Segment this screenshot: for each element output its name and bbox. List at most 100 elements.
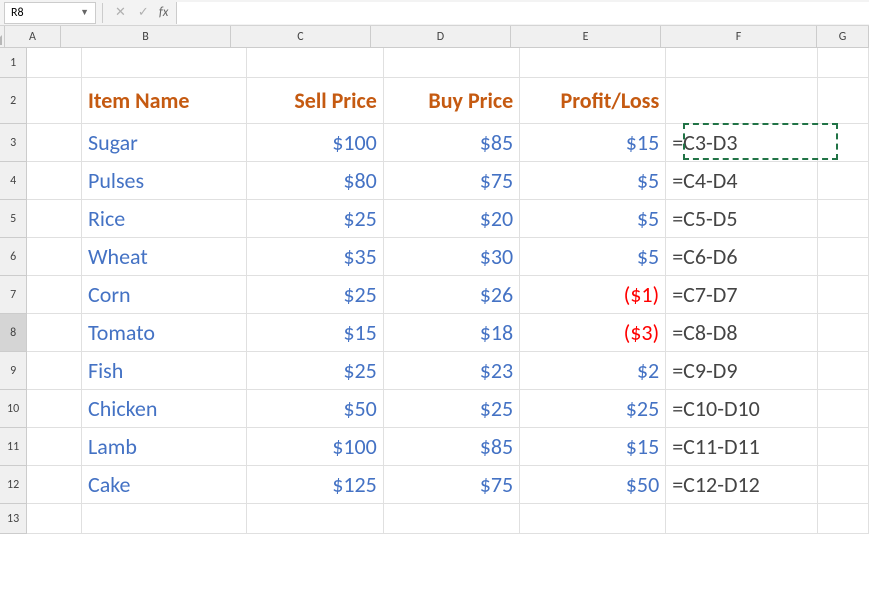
cell-E3[interactable]: $15 — [520, 124, 666, 162]
cell-F6[interactable]: =C6-D6 — [666, 238, 818, 276]
cell-A3[interactable] — [27, 124, 82, 162]
cell-A11[interactable] — [27, 428, 82, 466]
cell-G11[interactable] — [818, 428, 869, 466]
cell-C2[interactable]: Sell Price — [247, 78, 383, 124]
row-header-8[interactable]: 8 — [0, 314, 27, 352]
cell-C11[interactable]: $100 — [247, 428, 383, 466]
cell-F9[interactable]: =C9-D9 — [666, 352, 818, 390]
cell-A9[interactable] — [27, 352, 82, 390]
cell-B5[interactable]: Rice — [82, 200, 247, 238]
cell-G3[interactable] — [818, 124, 869, 162]
cell-D10[interactable]: $25 — [384, 390, 520, 428]
cell-E9[interactable]: $2 — [520, 352, 666, 390]
cell-A4[interactable] — [27, 162, 82, 200]
col-header-b[interactable]: B — [61, 26, 231, 48]
cell-C12[interactable]: $125 — [247, 466, 383, 504]
row-header-7[interactable]: 7 — [0, 276, 27, 314]
row-header-11[interactable]: 11 — [0, 428, 27, 466]
cell-E7[interactable]: ($1) — [520, 276, 666, 314]
cell-A6[interactable] — [27, 238, 82, 276]
cell-G6[interactable] — [818, 238, 869, 276]
cell-B3[interactable]: Sugar — [82, 124, 247, 162]
cell-C1[interactable] — [247, 48, 383, 78]
fx-icon[interactable]: fx — [155, 5, 173, 20]
col-header-c[interactable]: C — [231, 26, 371, 48]
name-box[interactable]: R8 ▼ — [4, 2, 96, 24]
cell-E13[interactable] — [520, 504, 666, 534]
cell-B4[interactable]: Pulses — [82, 162, 247, 200]
cell-G1[interactable] — [818, 48, 869, 78]
cell-E2[interactable]: Profit/Loss — [520, 78, 666, 124]
cell-F1[interactable] — [666, 48, 818, 78]
cell-E12[interactable]: $50 — [520, 466, 666, 504]
col-header-a[interactable]: A — [5, 26, 61, 48]
cell-G12[interactable] — [818, 466, 869, 504]
cell-E8[interactable]: ($3) — [520, 314, 666, 352]
cell-D13[interactable] — [384, 504, 520, 534]
cell-E1[interactable] — [520, 48, 666, 78]
cell-G2[interactable] — [818, 78, 869, 124]
cell-F8[interactable]: =C8-D8 — [666, 314, 818, 352]
cell-F10[interactable]: =C10-D10 — [666, 390, 818, 428]
cell-A5[interactable] — [27, 200, 82, 238]
row-header-6[interactable]: 6 — [0, 238, 27, 276]
cell-A1[interactable] — [27, 48, 82, 78]
row-header-2[interactable]: 2 — [0, 78, 27, 124]
cell-B13[interactable] — [82, 504, 247, 534]
cell-F2[interactable] — [666, 78, 818, 124]
col-header-f[interactable]: F — [661, 26, 817, 48]
cell-D12[interactable]: $75 — [384, 466, 520, 504]
cell-F3[interactable]: =C3-D3 — [666, 124, 818, 162]
cell-G4[interactable] — [818, 162, 869, 200]
formula-input[interactable] — [176, 2, 869, 24]
cell-C3[interactable]: $100 — [247, 124, 383, 162]
cell-F13[interactable] — [666, 504, 818, 534]
col-header-d[interactable]: D — [371, 26, 511, 48]
cell-F4[interactable]: =C4-D4 — [666, 162, 818, 200]
col-header-e[interactable]: E — [511, 26, 661, 48]
row-header-13[interactable]: 13 — [0, 504, 27, 534]
cell-C13[interactable] — [247, 504, 383, 534]
row-header-4[interactable]: 4 — [0, 162, 27, 200]
cell-F12[interactable]: =C12-D12 — [666, 466, 818, 504]
cell-B7[interactable]: Corn — [82, 276, 247, 314]
cell-B9[interactable]: Fish — [82, 352, 247, 390]
cell-A2[interactable] — [27, 78, 82, 124]
cell-C8[interactable]: $15 — [247, 314, 383, 352]
cell-C7[interactable]: $25 — [247, 276, 383, 314]
cell-A7[interactable] — [27, 276, 82, 314]
cell-D4[interactable]: $75 — [384, 162, 520, 200]
cell-D8[interactable]: $18 — [384, 314, 520, 352]
cell-D2[interactable]: Buy Price — [384, 78, 520, 124]
cell-A12[interactable] — [27, 466, 82, 504]
cell-F5[interactable]: =C5-D5 — [666, 200, 818, 238]
cell-E4[interactable]: $5 — [520, 162, 666, 200]
cell-C5[interactable]: $25 — [247, 200, 383, 238]
cell-E5[interactable]: $5 — [520, 200, 666, 238]
row-header-9[interactable]: 9 — [0, 352, 27, 390]
cell-B1[interactable] — [82, 48, 247, 78]
cell-C6[interactable]: $35 — [247, 238, 383, 276]
cell-G7[interactable] — [818, 276, 869, 314]
row-header-3[interactable]: 3 — [0, 124, 27, 162]
row-header-1[interactable]: 1 — [0, 48, 27, 78]
cell-D5[interactable]: $20 — [384, 200, 520, 238]
cell-G9[interactable] — [818, 352, 869, 390]
cell-D11[interactable]: $85 — [384, 428, 520, 466]
row-header-10[interactable]: 10 — [0, 390, 27, 428]
cell-A8[interactable] — [27, 314, 82, 352]
cell-F7[interactable]: =C7-D7 — [666, 276, 818, 314]
cell-F11[interactable]: =C11-D11 — [666, 428, 818, 466]
col-header-g[interactable]: G — [817, 26, 869, 48]
cell-B12[interactable]: Cake — [82, 466, 247, 504]
cell-G8[interactable] — [818, 314, 869, 352]
cell-E6[interactable]: $5 — [520, 238, 666, 276]
cell-E11[interactable]: $15 — [520, 428, 666, 466]
cell-G10[interactable] — [818, 390, 869, 428]
cell-D3[interactable]: $85 — [384, 124, 520, 162]
row-header-5[interactable]: 5 — [0, 200, 27, 238]
select-all-corner[interactable] — [0, 26, 5, 48]
cell-A10[interactable] — [27, 390, 82, 428]
cell-B10[interactable]: Chicken — [82, 390, 247, 428]
cell-G5[interactable] — [818, 200, 869, 238]
